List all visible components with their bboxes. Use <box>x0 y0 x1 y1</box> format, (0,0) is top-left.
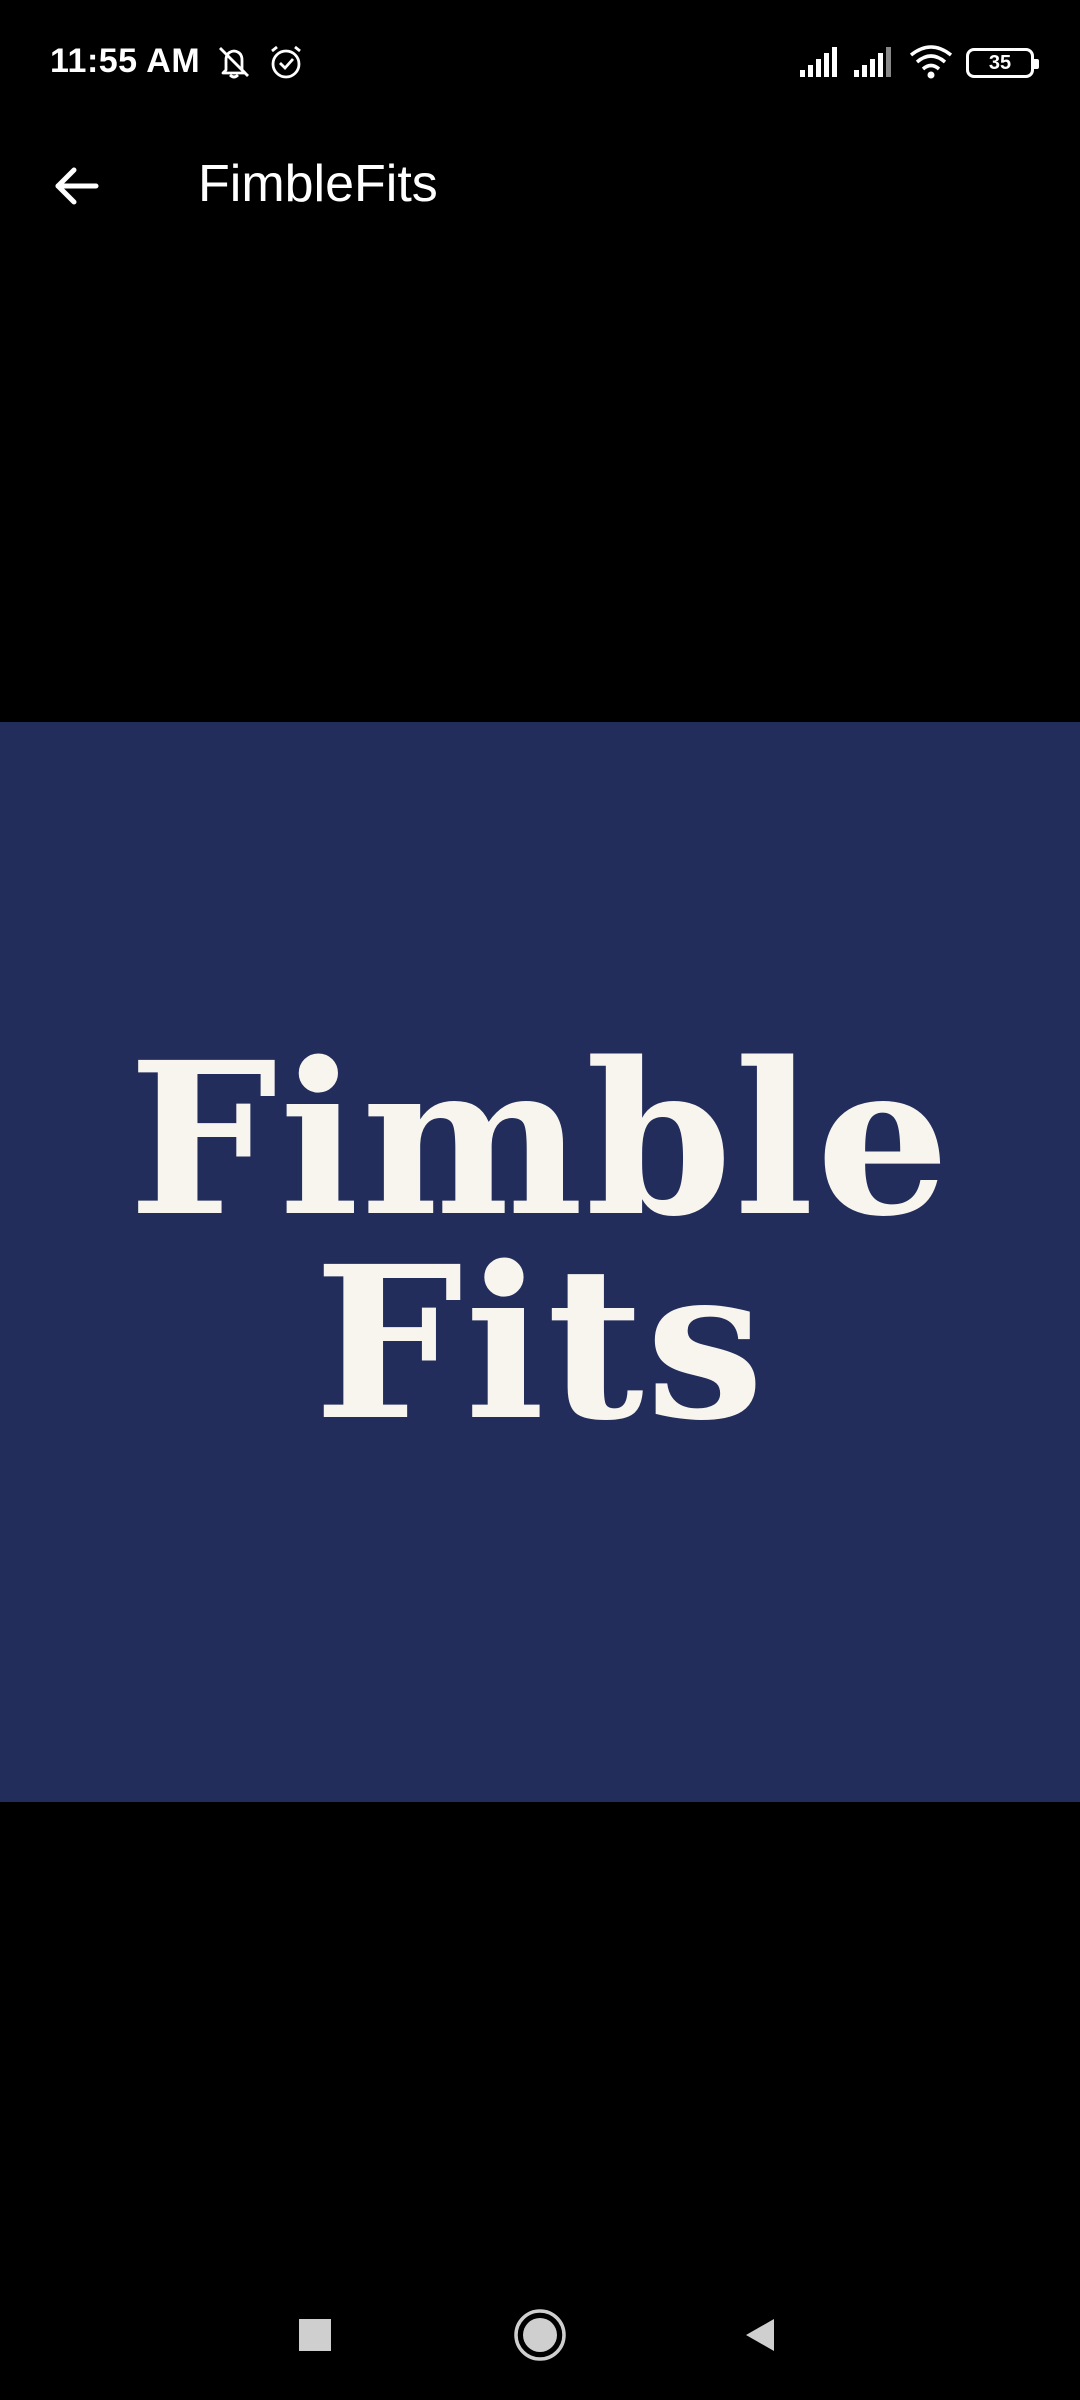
back-button[interactable] <box>40 150 112 222</box>
mute-icon <box>214 42 254 87</box>
battery-icon: 35 <box>966 48 1039 78</box>
signal-icon <box>798 46 842 83</box>
recents-button[interactable] <box>270 2290 360 2380</box>
logo-text-line-2: Fits <box>313 1220 767 1467</box>
alarm-icon <box>266 42 306 87</box>
battery-level: 35 <box>988 51 1012 74</box>
arrow-left-icon <box>55 167 99 205</box>
status-time: 11:55 AM <box>50 42 201 80</box>
square-recents-icon <box>299 2319 331 2351</box>
logo-text-line-1: Fimble <box>128 1016 952 1263</box>
status-bar: 11:55 AM 35 <box>0 0 1080 130</box>
brand-logo-image[interactable]: Fimble Fits <box>0 722 1080 1802</box>
circle-home-icon <box>514 2309 566 2361</box>
page-title: FimbleFits <box>198 155 438 213</box>
system-back-button[interactable] <box>715 2290 805 2380</box>
system-nav-bar <box>0 2270 1080 2400</box>
wifi-icon <box>908 42 954 85</box>
signal-icon <box>852 46 896 83</box>
app-bar: FimbleFits <box>0 130 1080 240</box>
triangle-back-icon <box>746 2319 774 2351</box>
home-button[interactable] <box>495 2290 585 2380</box>
